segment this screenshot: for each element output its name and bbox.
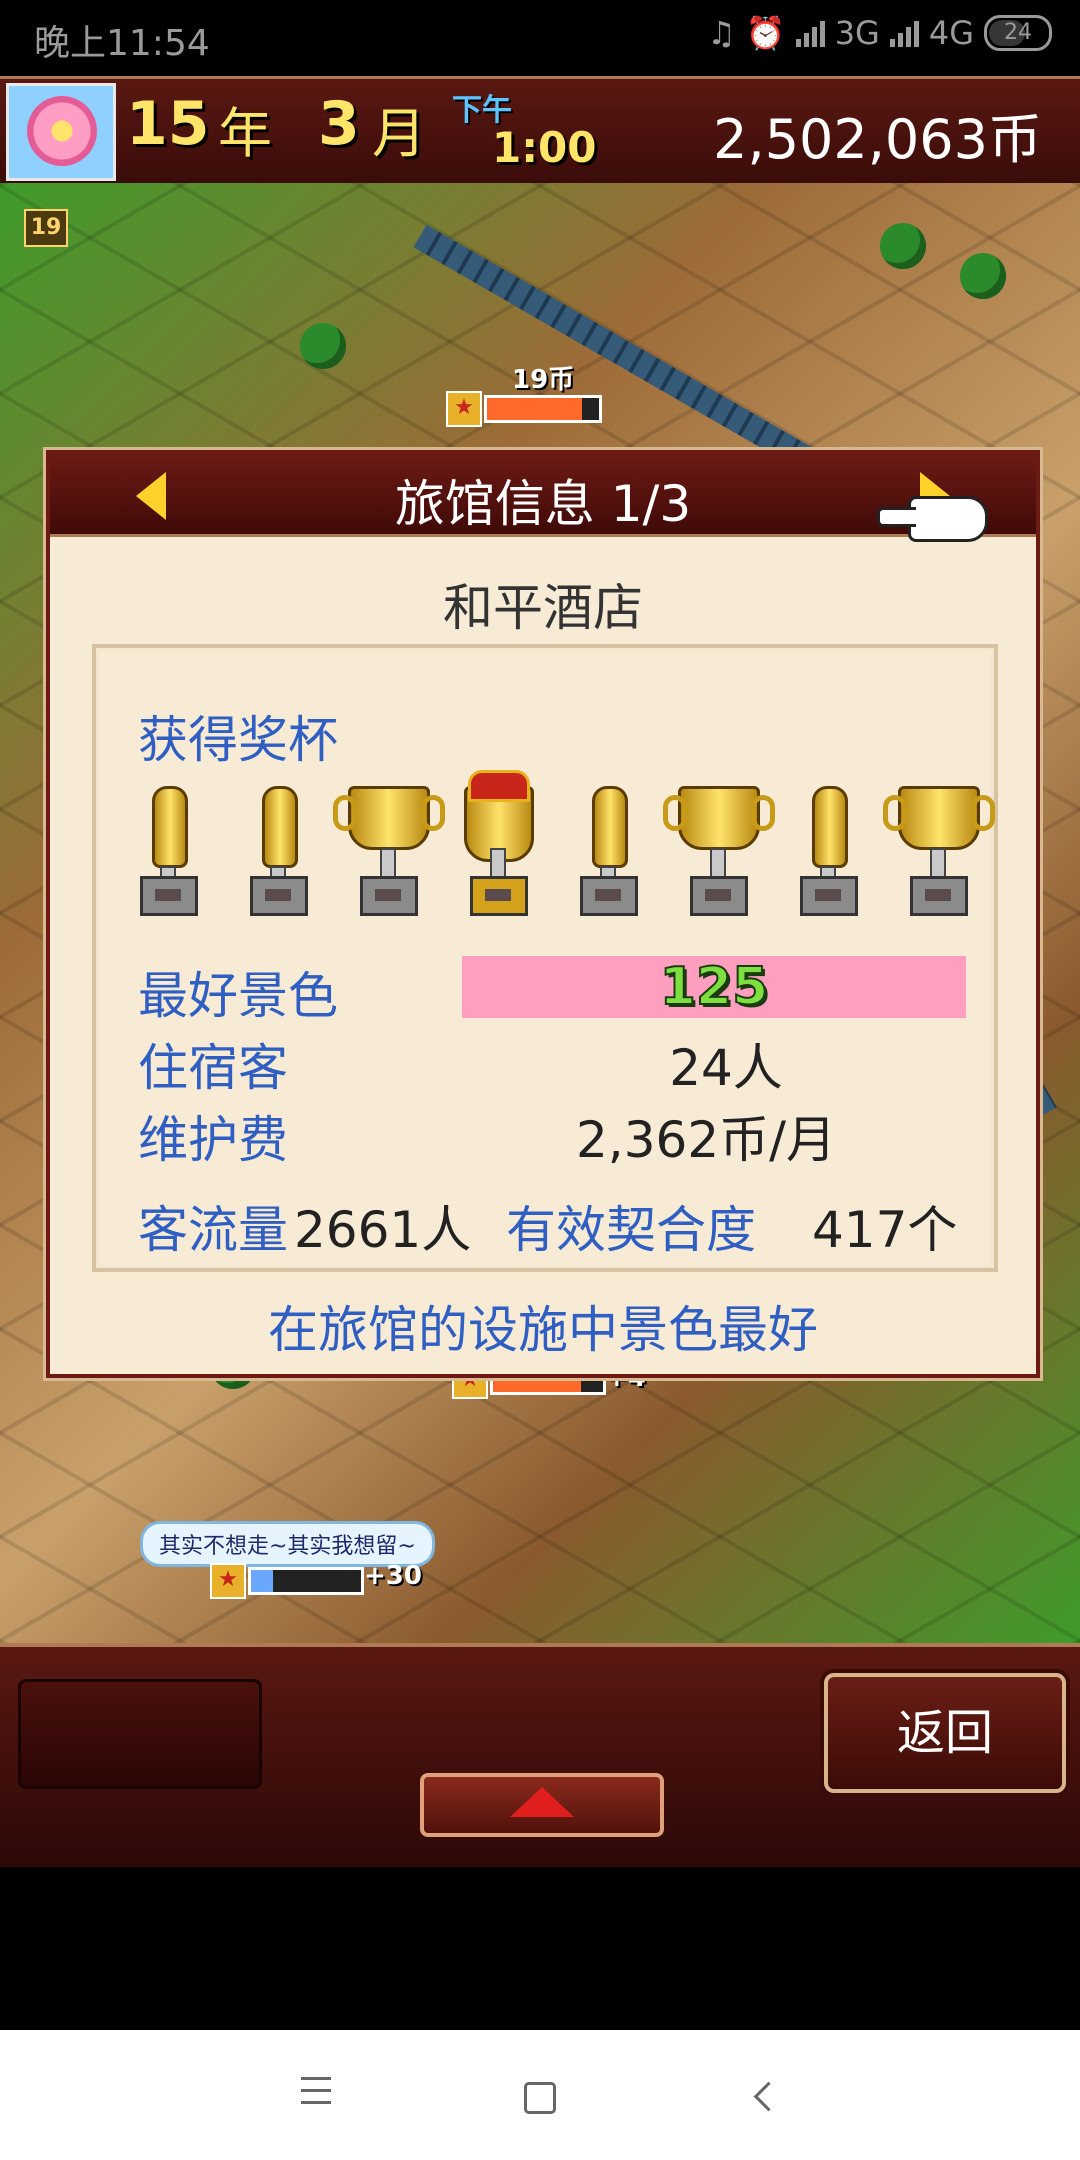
traffic-value: 2661人: [294, 1201, 472, 1259]
battery-level: 24: [1004, 20, 1032, 45]
trophies-label: 获得奖杯: [138, 711, 338, 769]
cup-trophy-icon: [883, 776, 995, 916]
signal-icon: [795, 19, 825, 47]
trophy-row: [126, 766, 995, 916]
torch-trophy-icon: [126, 776, 206, 916]
menu-icon[interactable]: [286, 2068, 346, 2128]
hotel-name: 和平酒店: [443, 579, 643, 637]
status-icons: ♫ ⏰ 3G 4G 24: [707, 14, 1052, 52]
year-unit: 年: [218, 102, 272, 165]
bonus-label-2: +30: [364, 1561, 422, 1591]
cup-trophy-icon: [333, 776, 445, 916]
ball-trophy-icon: [786, 776, 866, 916]
expand-menu-button[interactable]: [420, 1773, 664, 1837]
star-icon: ★: [210, 1563, 246, 1599]
best-view-value: 125: [659, 956, 770, 1018]
facility-bar: [484, 395, 602, 423]
cup-trophy-icon: [663, 776, 775, 916]
upkeep-value: 2,362币/月: [576, 1111, 836, 1169]
facility-bar-3: [248, 1567, 364, 1595]
tree-icon: [960, 253, 1006, 299]
panel-description: 在旅馆的设施中景色最好: [268, 1301, 818, 1359]
season-badge[interactable]: [6, 83, 116, 181]
return-button[interactable]: 返回: [824, 1673, 1066, 1793]
alarm-icon: ⏰: [745, 14, 786, 52]
status-time: 晚上11:54: [34, 23, 210, 64]
tree-icon: [880, 223, 926, 269]
game-bottom-bar: 返回: [0, 1643, 1080, 1867]
status-bar: 晚上11:54 ♫ ⏰ 3G 4G 24: [0, 0, 1080, 76]
signal-icon-2: [889, 19, 919, 47]
room-number-badge: 19: [24, 209, 68, 247]
best-view-label: 最好景色: [138, 967, 338, 1025]
back-icon[interactable]: [738, 2068, 798, 2128]
system-nav-bar: [0, 2030, 1080, 2160]
upkeep-label: 维护费: [138, 1111, 288, 1169]
tree-icon: [300, 323, 346, 369]
headphones-icon: ♫: [707, 14, 736, 52]
game-top-bar: 15 年 3 月 下午 1:00 2,502,063币: [0, 76, 1080, 186]
traffic-label: 客流量: [138, 1201, 288, 1259]
stats-box: 获得奖杯 最好景色 125 住宿客 24人 维护费 2,362币/月 客流量 2…: [92, 644, 998, 1272]
battery-icon: 24: [984, 15, 1052, 51]
guests-value: 24人: [669, 1039, 783, 1097]
pointer-hand-icon: [877, 496, 988, 542]
star-icon: ★: [446, 391, 482, 427]
empty-slot: [18, 1679, 262, 1789]
home-icon[interactable]: [510, 2068, 570, 2128]
year-number: 15: [126, 89, 210, 159]
hotel-info-panel: 旅馆信息 1/3 和平酒店 获得奖杯 最好景色 125 住宿客 24人 维护费 …: [46, 450, 1040, 1378]
ball-trophy-icon: [236, 776, 316, 916]
network-3g: 3G: [834, 14, 880, 52]
month-number: 3: [318, 89, 360, 159]
money-display: 2,502,063币: [713, 108, 1042, 171]
contracts-label: 有效契合度: [506, 1201, 756, 1259]
guests-label: 住宿客: [138, 1039, 288, 1097]
ball-trophy-icon: [566, 776, 646, 916]
month-unit: 月: [372, 102, 426, 165]
best-view-highlight: 125: [462, 956, 966, 1018]
game-clock: 1:00: [492, 123, 597, 172]
crown-trophy-icon: [456, 770, 536, 916]
network-4g: 4G: [928, 14, 974, 52]
up-arrow-icon: [510, 1787, 574, 1817]
contracts-value: 417个: [812, 1201, 958, 1259]
cherry-blossom-icon: [27, 96, 97, 166]
price-label: 19币: [512, 365, 575, 395]
